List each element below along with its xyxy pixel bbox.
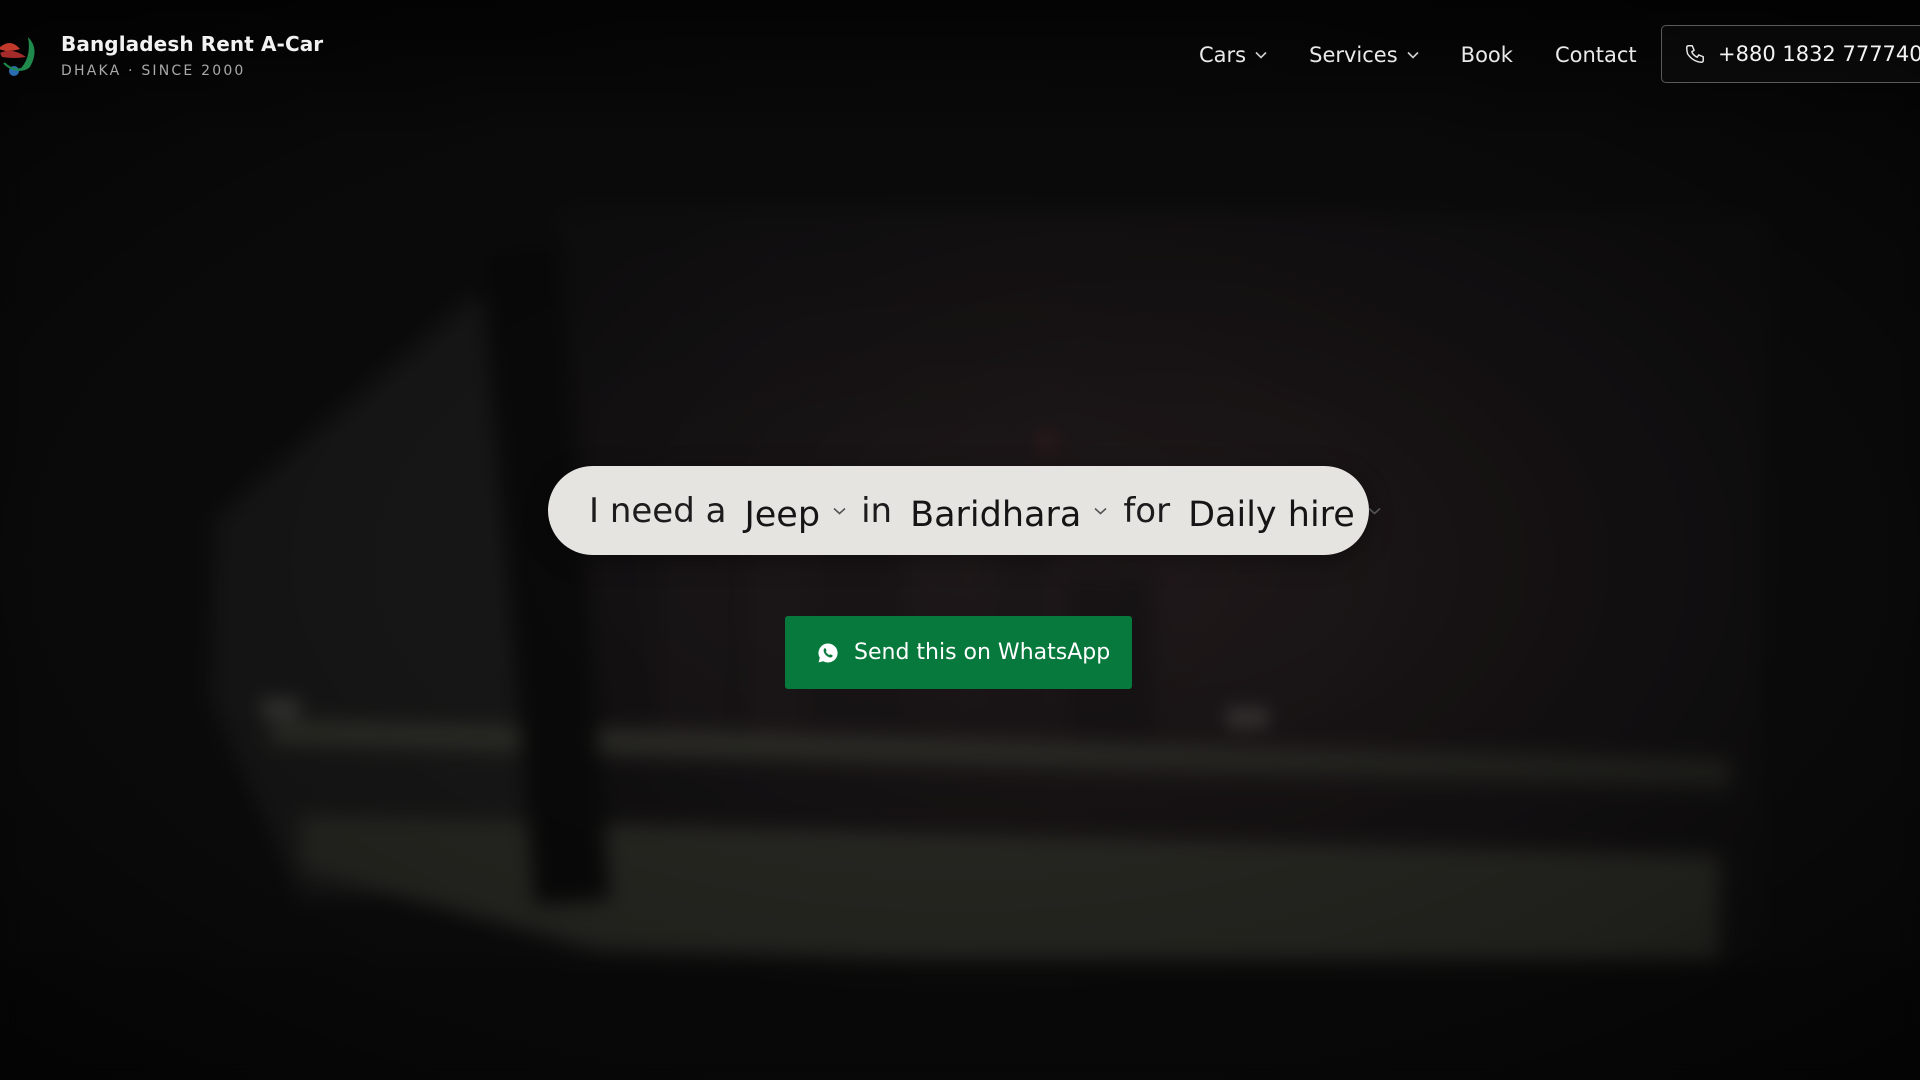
vehicle-select[interactable]: Jeep <box>744 491 846 535</box>
whatsapp-icon <box>818 642 838 662</box>
builder-connector-for: for <box>1123 490 1171 531</box>
call-phone-button[interactable]: +880 1832 777740 <box>1661 25 1920 83</box>
nav-services[interactable]: Services <box>1309 40 1419 70</box>
chevron-down-icon <box>833 507 846 515</box>
nav-contact-label: Contact <box>1554 43 1637 67</box>
nav-book[interactable]: Book <box>1461 40 1513 70</box>
nav-cars-label: Cars <box>1199 43 1247 67</box>
nav-cars[interactable]: Cars <box>1199 40 1267 70</box>
phone-icon <box>1686 45 1704 63</box>
rental-request-builder: I need a Jeep in Baridhara for Daily hir… <box>548 466 1381 555</box>
page: Bangladesh Rent A-Car DHAKA · SINCE 2000… <box>0 0 1920 1080</box>
send-whatsapp-label: Send this on WhatsApp <box>854 640 1111 665</box>
chevron-down-icon <box>1407 51 1419 59</box>
builder-connector-in: in <box>861 490 893 531</box>
nav-contact[interactable]: Contact <box>1555 40 1637 70</box>
chevron-down-icon <box>1094 507 1107 515</box>
send-whatsapp-button[interactable]: Send this on WhatsApp <box>785 616 1132 689</box>
brand-tagline: DHAKA · SINCE 2000 <box>61 62 246 79</box>
eagle-logo-icon <box>0 37 35 76</box>
nav-book-label: Book <box>1460 43 1513 67</box>
vehicle-select-value: Jeep <box>744 494 821 535</box>
brand-text: Bangladesh Rent A-Car DHAKA · SINCE 2000 <box>61 31 323 80</box>
brand-home-link[interactable]: Bangladesh Rent A-Car DHAKA · SINCE 2000 <box>0 27 323 83</box>
nav-services-label: Services <box>1309 43 1398 67</box>
main-nav: Cars Services Book Contact <box>1199 40 1637 70</box>
brand-name: Bangladesh Rent A-Car <box>61 31 324 56</box>
duration-select[interactable]: Daily hire <box>1188 491 1381 535</box>
duration-select-value: Daily hire <box>1188 494 1355 535</box>
location-select-value: Baridhara <box>910 494 1082 535</box>
chevron-down-icon <box>1368 507 1381 515</box>
builder-prefix: I need a <box>589 490 727 531</box>
site-header: Bangladesh Rent A-Car DHAKA · SINCE 2000… <box>0 0 1920 110</box>
chevron-down-icon <box>1255 51 1267 59</box>
location-select[interactable]: Baridhara <box>910 491 1107 535</box>
phone-number: +880 1832 777740 <box>1718 42 1920 66</box>
